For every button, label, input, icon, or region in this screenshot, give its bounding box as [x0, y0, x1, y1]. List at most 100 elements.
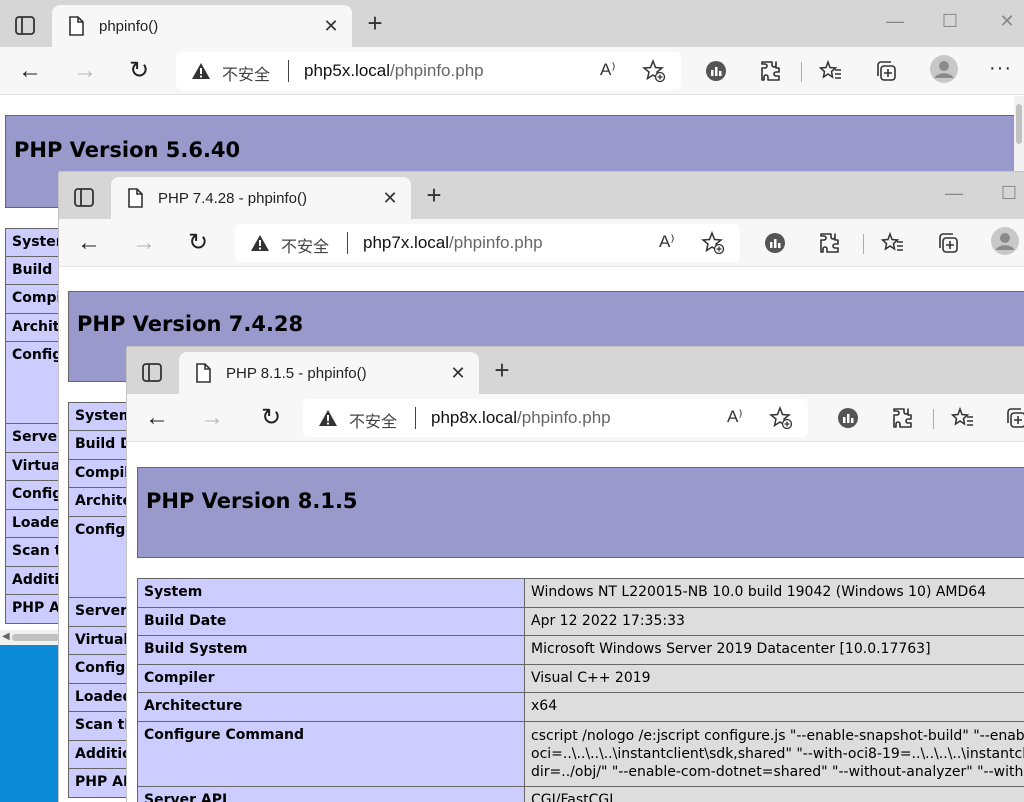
desktop: phpinfo() ✕ + — ☐ ✕ ← → ↻ 不安全 php5x.loca… — [0, 0, 1024, 802]
tab-phpinfo[interactable]: phpinfo() ✕ — [52, 5, 352, 47]
warning-icon[interactable] — [191, 61, 211, 81]
address-bar[interactable]: 不安全 php8x.local/phpinfo.php A⁾ — [303, 399, 808, 437]
navigation-toolbar: ← → ↻ 不安全 php8x.local/phpinfo.php A⁾ — [127, 394, 1024, 442]
back-button[interactable]: ← — [75, 229, 103, 257]
not-secure-label[interactable]: 不安全 — [349, 408, 397, 432]
tab-phpinfo[interactable]: PHP 7.4.28 - phpinfo() ✕ — [111, 177, 411, 219]
title-bar[interactable]: PHP 8.1.5 - phpinfo() ✕ + — [127, 347, 1024, 394]
title-bar[interactable]: phpinfo() ✕ + — ☐ ✕ — [0, 0, 1024, 47]
back-button[interactable]: ← — [16, 57, 44, 85]
maximize-icon[interactable]: ☐ — [996, 180, 1022, 206]
table-row: Server API CGI/FastCGI — [137, 786, 1024, 802]
favorites-icon[interactable] — [880, 231, 905, 255]
scrollbar-thumb[interactable] — [1016, 104, 1022, 144]
row-key: Compiler — [137, 664, 525, 693]
scroll-left-icon[interactable]: ◀ — [2, 631, 10, 642]
toolbar-divider — [801, 62, 802, 82]
address-bar[interactable]: 不安全 php7x.local/phpinfo.php A⁾ — [235, 224, 740, 262]
performance-icon[interactable] — [763, 231, 787, 255]
forward-button[interactable]: → — [71, 57, 99, 85]
maximize-icon[interactable]: ☐ — [937, 8, 963, 34]
extensions-icon[interactable] — [818, 231, 842, 255]
row-key: Build System — [137, 635, 525, 665]
scrollbar-thumb[interactable] — [12, 634, 59, 641]
close-tab-icon[interactable]: ✕ — [379, 187, 401, 209]
warning-icon[interactable] — [250, 233, 270, 253]
warning-icon[interactable] — [318, 408, 338, 428]
tab-title: phpinfo() — [99, 18, 159, 35]
performance-icon[interactable] — [704, 59, 728, 83]
table-row: System Windows NT L220015-NB 10.0 build … — [137, 578, 1024, 608]
not-secure-label[interactable]: 不安全 — [222, 61, 270, 85]
row-value: cscript /nologo /e:jscript configure.js … — [524, 721, 1024, 787]
url-path: /phpinfo.php — [449, 233, 543, 252]
extensions-icon[interactable] — [759, 59, 783, 83]
table-row: Configure Command cscript /nologo /e:jsc… — [137, 721, 1024, 787]
row-value: Microsoft Windows Server 2019 Datacenter… — [524, 635, 1024, 665]
table-row: Compiler Visual C++ 2019 — [137, 664, 1024, 693]
tab-actions-icon[interactable] — [70, 185, 98, 211]
page-icon — [127, 188, 143, 208]
address-divider — [347, 232, 348, 254]
favorites-icon[interactable] — [818, 59, 843, 83]
reload-button[interactable]: ↻ — [257, 404, 285, 432]
browser-window-php8[interactable]: PHP 8.1.5 - phpinfo() ✕ + ← → ↻ 不安全 php8… — [127, 347, 1024, 802]
address-bar[interactable]: 不安全 php5x.local/phpinfo.php A⁾ — [176, 52, 681, 90]
url-text[interactable]: php8x.local/phpinfo.php — [431, 408, 611, 428]
address-divider — [288, 60, 289, 82]
php-version-heading: PHP Version 8.1.5 — [146, 489, 358, 513]
performance-icon[interactable] — [836, 406, 860, 430]
back-button[interactable]: ← — [143, 404, 171, 432]
url-text[interactable]: php7x.local/phpinfo.php — [363, 233, 543, 253]
tab-actions-icon[interactable] — [11, 13, 39, 39]
table-row: Architecture x64 — [137, 692, 1024, 722]
row-key: Architecture — [137, 692, 525, 722]
favorites-icon[interactable] — [950, 406, 975, 430]
collections-icon[interactable] — [1004, 406, 1024, 430]
url-host: php5x.local — [304, 61, 391, 80]
read-aloud-icon[interactable]: A⁾ — [600, 60, 616, 80]
minimize-icon[interactable]: — — [882, 8, 908, 34]
forward-button[interactable]: → — [198, 404, 226, 432]
tab-title: PHP 7.4.28 - phpinfo() — [158, 190, 307, 207]
collections-icon[interactable] — [936, 231, 960, 255]
php-version-heading: PHP Version 5.6.40 — [14, 138, 241, 162]
reload-button[interactable]: ↻ — [184, 229, 212, 257]
read-aloud-icon[interactable]: A⁾ — [727, 407, 743, 427]
tab-phpinfo[interactable]: PHP 8.1.5 - phpinfo() ✕ — [179, 352, 479, 394]
forward-button[interactable]: → — [130, 229, 158, 257]
add-favorite-icon[interactable] — [642, 58, 666, 83]
read-aloud-icon[interactable]: A⁾ — [659, 232, 675, 252]
collections-icon[interactable] — [874, 59, 898, 83]
close-tab-icon[interactable]: ✕ — [447, 362, 469, 384]
not-secure-label[interactable]: 不安全 — [281, 233, 329, 257]
title-bar[interactable]: PHP 7.4.28 - phpinfo() ✕ + — ☐ — [59, 172, 1024, 219]
new-tab-button[interactable]: + — [362, 10, 388, 37]
profile-avatar-icon[interactable] — [930, 55, 958, 83]
row-key: Build Date — [137, 607, 525, 636]
row-value: Windows NT L220015-NB 10.0 build 19042 (… — [524, 578, 1024, 608]
new-tab-button[interactable]: + — [489, 357, 515, 384]
url-host: php7x.local — [363, 233, 450, 252]
page-content: PHP Version 8.1.5 System Windows NT L220… — [127, 443, 1024, 802]
url-path: /phpinfo.php — [390, 61, 484, 80]
add-favorite-icon[interactable] — [701, 230, 725, 255]
add-favorite-icon[interactable] — [769, 405, 793, 430]
value-line: cscript /nologo /e:jscript configure.js … — [531, 728, 1024, 744]
desktop-background — [0, 645, 60, 802]
url-host: php8x.local — [431, 408, 518, 427]
close-window-icon[interactable]: ✕ — [994, 8, 1020, 34]
reload-button[interactable]: ↻ — [125, 57, 153, 85]
extensions-icon[interactable] — [891, 406, 915, 430]
url-text[interactable]: php5x.local/phpinfo.php — [304, 61, 484, 81]
row-value: Visual C++ 2019 — [524, 664, 1024, 693]
php-version-heading: PHP Version 7.4.28 — [77, 312, 304, 336]
minimize-icon[interactable]: — — [941, 180, 967, 206]
row-key: Configure Command — [137, 721, 525, 787]
new-tab-button[interactable]: + — [421, 182, 447, 209]
tab-actions-icon[interactable] — [138, 360, 166, 386]
close-tab-icon[interactable]: ✕ — [320, 15, 342, 37]
horizontal-scrollbar[interactable]: ◀ — [0, 630, 59, 645]
more-menu-icon[interactable]: ··· — [989, 57, 1012, 80]
profile-avatar-icon[interactable] — [991, 227, 1019, 255]
